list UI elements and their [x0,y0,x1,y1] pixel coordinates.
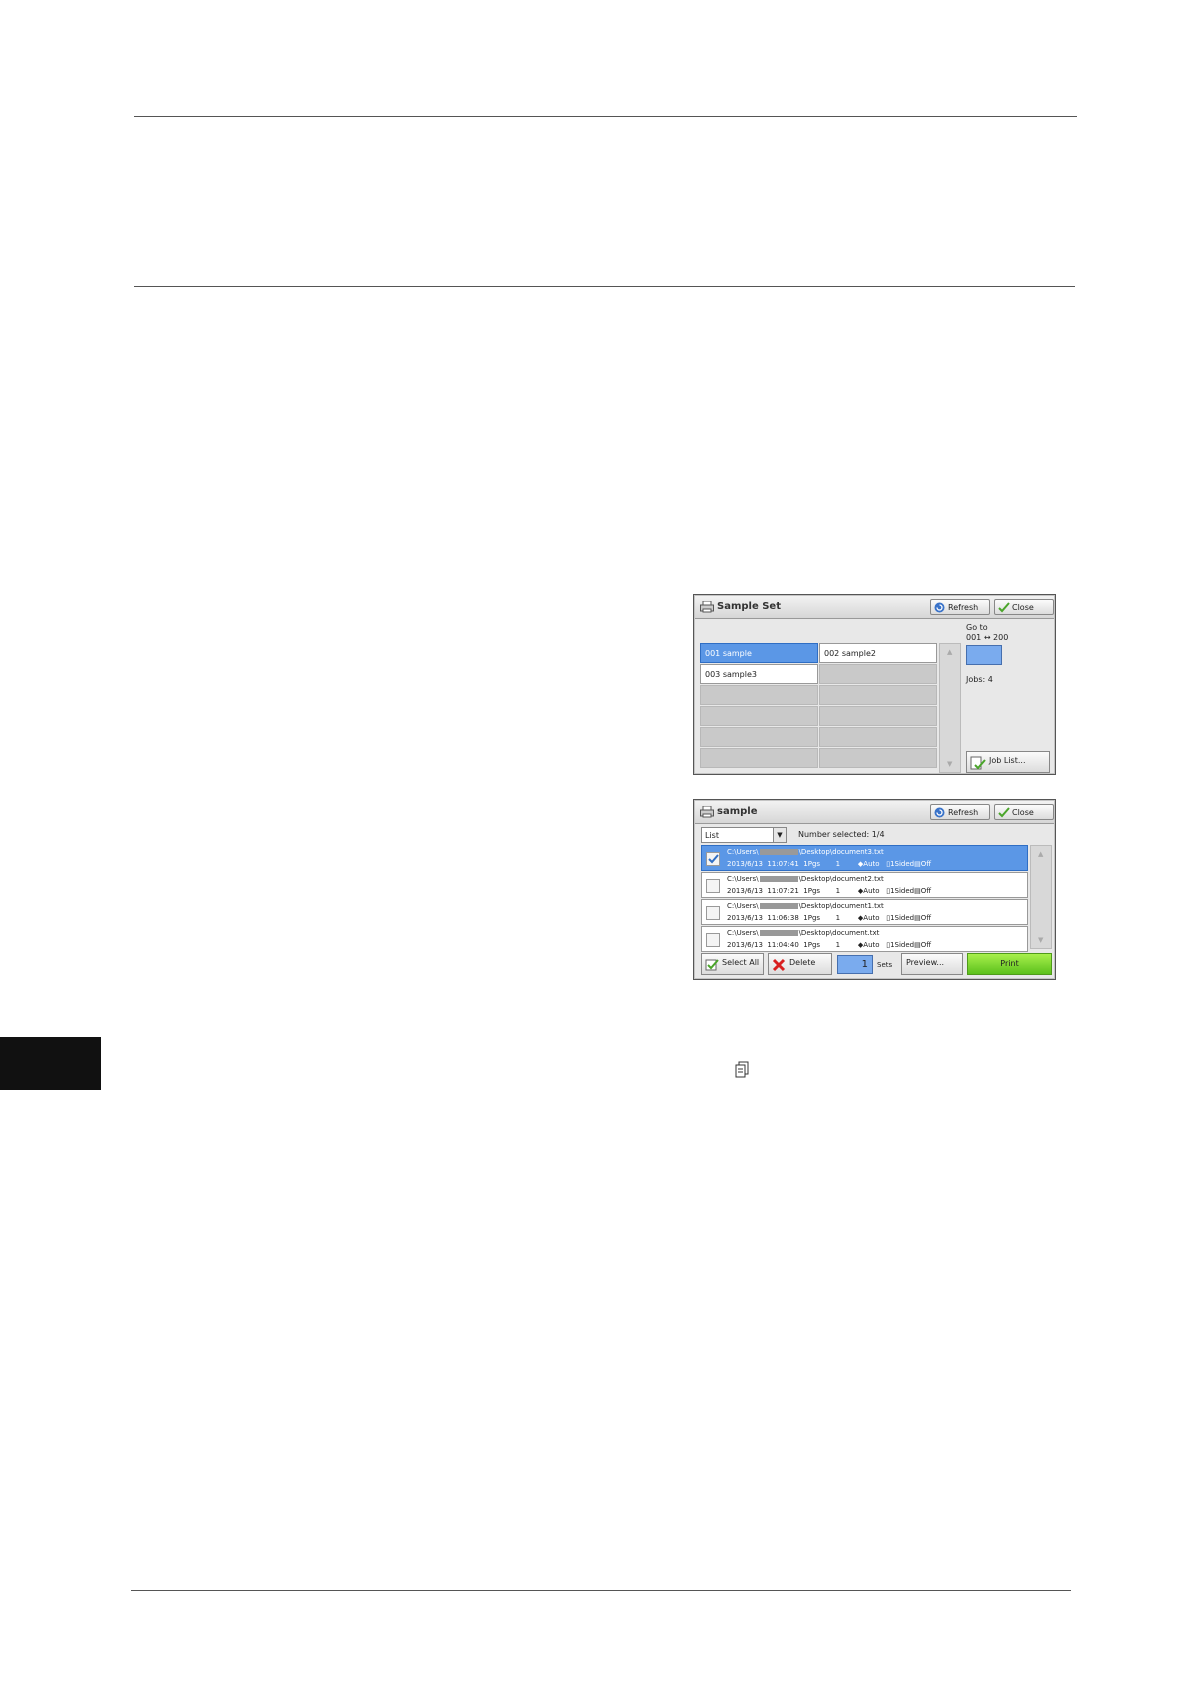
select-all-icon [705,959,719,971]
row-checkbox[interactable] [706,852,720,866]
close-button[interactable]: Close [994,599,1054,615]
refresh-label: Refresh [948,603,979,612]
sample-cell[interactable]: 003 sample3 [700,664,818,684]
check-icon [998,807,1010,818]
goto-label: Go to 001 ↔ 200 [966,623,1009,642]
document-path: C:\Users\ \Desktop\document1.txt [727,902,884,910]
refresh-button[interactable]: Refresh [930,804,990,820]
checkmark-icon [708,854,719,864]
preview-button[interactable]: Preview... [901,953,963,975]
row-checkbox[interactable] [706,879,720,893]
printer-icon [700,601,714,613]
refresh-button[interactable]: Refresh [930,599,990,615]
screen-title: Sample Set [717,601,781,612]
delete-button[interactable]: Delete [768,953,832,975]
sample-cell[interactable]: 002 sample2 [819,643,937,663]
view-select[interactable]: List ▼ [701,827,787,843]
document-meta: 2013/6/13 11:07:41 1Pgs 1 ◆Auto ▯1Sided▤… [727,860,932,868]
title-bar: Sample Set Refresh Close [695,596,1054,619]
document-row[interactable]: C:\Users\ \Desktop\document1.txt 2013/6/1… [701,899,1028,925]
document-meta: 2013/6/13 11:06:38 1Pgs 1 ◆Auto ▯1Sided▤… [727,914,932,922]
empty-cell [819,685,937,705]
scroll-down-icon[interactable]: ▼ [947,760,952,768]
scroll-up-icon[interactable]: ▲ [1038,850,1043,858]
screen-title: sample [717,806,758,817]
check-icon [998,602,1010,613]
document-path: C:\Users\ \Desktop\document2.txt [727,875,884,883]
empty-cell [819,706,937,726]
screen-content: List ▼ Number selected: 1/4 C:\Users\ \De… [695,824,1054,978]
document-row[interactable]: C:\Users\ \Desktop\document.txt 2013/6/13… [701,926,1028,952]
empty-cell [700,706,818,726]
screen-content: 001 sample 002 sample2 003 sample3 ▲ ▼ G… [695,619,1054,773]
document-row[interactable]: C:\Users\ \Desktop\document2.txt 2013/6/1… [701,872,1028,898]
empty-cell [700,685,818,705]
row-checkbox[interactable] [706,933,720,947]
empty-cell [819,748,937,768]
select-all-button[interactable]: Select All [701,953,764,975]
scroll-down-icon[interactable]: ▼ [1038,936,1043,944]
empty-cell [700,727,818,747]
footer-rule [131,1590,1071,1591]
refresh-label: Refresh [948,808,979,817]
sample-document-screen: sample Refresh Close List ▼ Number selec… [693,799,1056,980]
scroll-up-icon[interactable]: ▲ [947,648,952,656]
job-list-icon [970,756,986,770]
number-selected: Number selected: 1/4 [798,830,885,839]
empty-cell [819,664,937,684]
sample-set-screen: Sample Set Refresh Close 001 sample 002 … [693,594,1056,775]
document-meta: 2013/6/13 11:07:21 1Pgs 1 ◆Auto ▯1Sided▤… [727,887,932,895]
delete-icon [772,958,786,972]
staple-icon: ▤ [914,860,921,868]
job-list-button[interactable]: Job List... [966,751,1050,773]
title-bar: sample Refresh Close [695,801,1054,824]
close-label: Close [1012,603,1034,612]
refresh-icon [934,807,945,818]
goto-input[interactable] [966,645,1002,665]
jobs-count: Jobs: 4 [966,675,993,684]
document-row[interactable]: C:\Users\ \Desktop\document3.txt 2013/6/1… [701,845,1028,871]
row-checkbox[interactable] [706,906,720,920]
document-path: C:\Users\ \Desktop\document.txt [727,929,880,937]
document-path: C:\Users\ \Desktop\document3.txt [727,848,884,856]
grid-scrollbar[interactable]: ▲ ▼ [939,643,961,773]
refresh-icon [934,602,945,613]
close-label: Close [1012,808,1034,817]
header-rule-top [134,116,1077,117]
empty-cell [819,727,937,747]
copy-sets-icon [735,1061,749,1078]
empty-cell [700,748,818,768]
sets-input[interactable]: 1 [837,955,873,974]
document-meta: 2013/6/13 11:04:40 1Pgs 1 ◆Auto ▯1Sided▤… [727,941,932,949]
close-button[interactable]: Close [994,804,1054,820]
staple-icon: ▤ [914,941,921,949]
sample-grid: 001 sample 002 sample2 003 sample3 [700,643,938,773]
print-button[interactable]: Print [967,953,1052,975]
list-scrollbar[interactable]: ▲ ▼ [1030,845,1052,949]
staple-icon: ▤ [914,914,921,922]
staple-icon: ▤ [914,887,921,895]
chapter-side-tab [0,1037,101,1090]
printer-icon [700,806,714,818]
job-list-label: Job List... [989,756,1026,765]
header-rule-bottom [134,286,1075,287]
sample-cell[interactable]: 001 sample [700,643,818,663]
sets-label: Sets [877,961,893,969]
chevron-down-icon: ▼ [773,828,786,842]
